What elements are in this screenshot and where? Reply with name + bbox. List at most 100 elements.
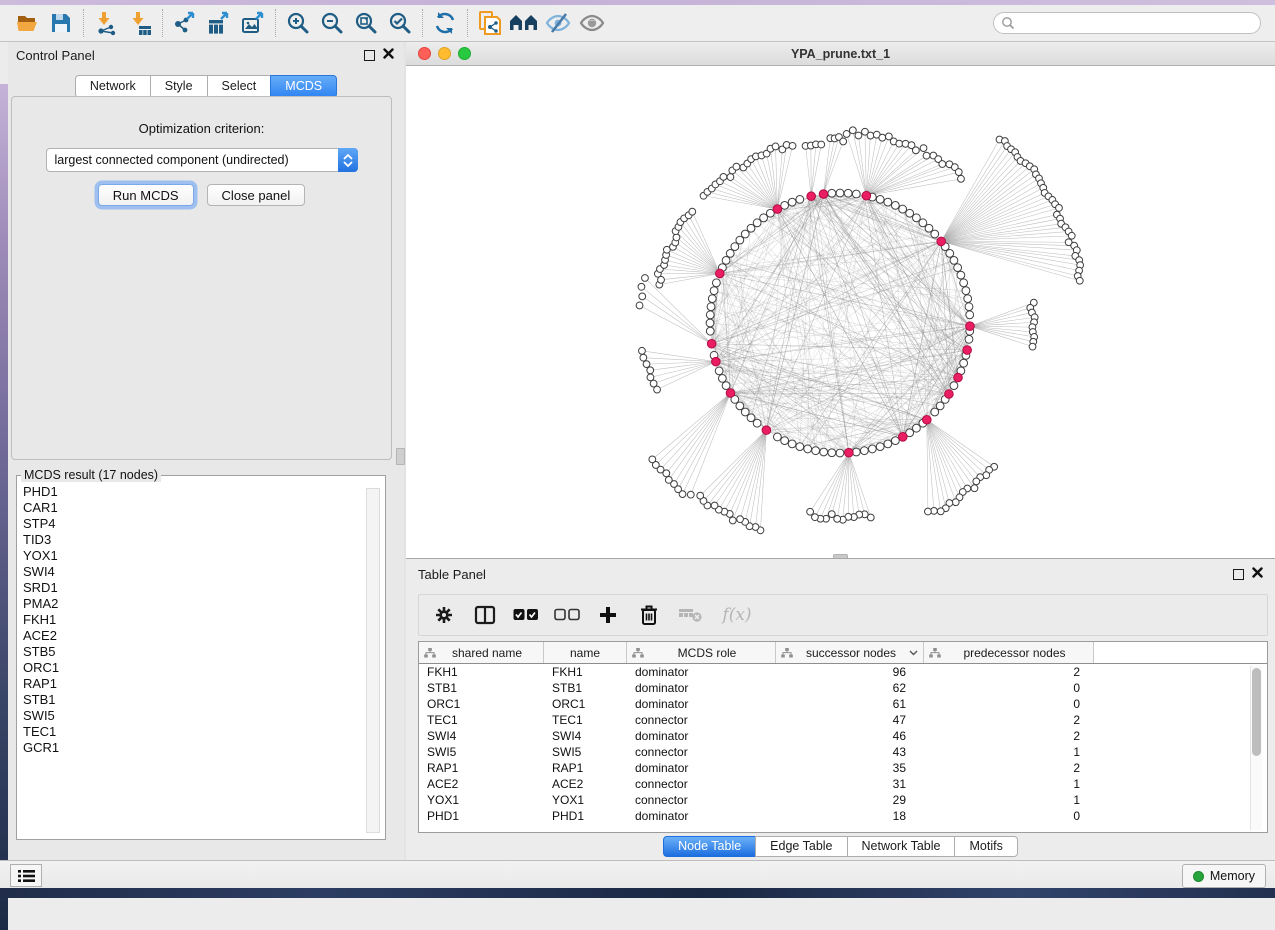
close-table-panel-icon[interactable]	[1252, 565, 1263, 583]
table-row[interactable]: SWI4SWI4dominator462	[419, 728, 1267, 744]
close-panel-icon[interactable]	[383, 46, 394, 64]
open-session-icon[interactable]	[10, 8, 44, 38]
mcds-result-item[interactable]: STB5	[23, 644, 379, 660]
mcds-hub-node[interactable]	[923, 415, 932, 424]
mcds-result-item[interactable]: YOX1	[23, 548, 379, 564]
mcds-hub-node[interactable]	[762, 426, 771, 435]
toggle-columns-icon[interactable]	[472, 601, 498, 629]
table-row[interactable]: TEC1TEC1connector472	[419, 712, 1267, 728]
delete-columns-icon[interactable]	[636, 601, 662, 629]
table-tab-node-table[interactable]: Node Table	[663, 836, 756, 857]
export-network-icon[interactable]	[168, 8, 202, 38]
mcds-list-scrollbar[interactable]	[366, 488, 380, 833]
mcds-result-item[interactable]: SWI5	[23, 708, 379, 724]
export-image-icon[interactable]	[236, 8, 270, 38]
mcds-result-item[interactable]: STP4	[23, 516, 379, 532]
selected-criterion: largest connected component (undirected)	[47, 153, 289, 167]
tab-select[interactable]: Select	[207, 75, 272, 98]
table-row[interactable]: YOX1YOX1connector291	[419, 792, 1267, 808]
mcds-result-item[interactable]: SWI4	[23, 564, 379, 580]
table-tab-edge-table[interactable]: Edge Table	[755, 836, 847, 857]
zoom-selected-icon[interactable]	[383, 8, 417, 38]
mcds-hub-node[interactable]	[807, 192, 816, 201]
column-header-successor-nodes[interactable]: successor nodes	[776, 642, 924, 663]
table-scrollbar-track[interactable]	[1250, 666, 1262, 830]
zoom-fit-icon[interactable]	[349, 8, 383, 38]
mcds-hub-node[interactable]	[773, 205, 782, 214]
mcds-result-item[interactable]: FKH1	[23, 612, 379, 628]
memory-button[interactable]: Memory	[1182, 864, 1266, 888]
table-tab-network-table[interactable]: Network Table	[847, 836, 956, 857]
column-header-MCDS-role[interactable]: MCDS role	[627, 642, 776, 663]
table-tab-motifs[interactable]: Motifs	[954, 836, 1017, 857]
column-header-name[interactable]: name	[544, 642, 627, 663]
mcds-hub-node[interactable]	[937, 237, 946, 246]
column-header-shared-name[interactable]: shared name	[419, 642, 544, 663]
mcds-result-item[interactable]: PMA2	[23, 596, 379, 612]
run-mcds-button[interactable]: Run MCDS	[98, 184, 194, 206]
import-network-icon[interactable]	[89, 8, 123, 38]
mcds-result-item[interactable]: PHD1	[23, 484, 379, 500]
node-table[interactable]: shared namenameMCDS rolesuccessor nodesp…	[418, 641, 1268, 833]
float-table-panel-icon[interactable]	[1233, 569, 1244, 580]
save-session-icon[interactable]	[44, 8, 78, 38]
refresh-view-icon[interactable]	[428, 8, 462, 38]
tab-style[interactable]: Style	[150, 75, 208, 98]
mcds-hub-node[interactable]	[712, 357, 721, 366]
import-table-icon[interactable]	[123, 8, 157, 38]
mcds-result-item[interactable]: RAP1	[23, 676, 379, 692]
zoom-in-icon[interactable]	[281, 8, 315, 38]
mcds-result-item[interactable]: ACE2	[23, 628, 379, 644]
mcds-hub-node[interactable]	[716, 269, 725, 278]
select-all-checkboxes-icon[interactable]	[513, 601, 539, 629]
table-row[interactable]: SWI5SWI5connector431	[419, 744, 1267, 760]
tab-network[interactable]: Network	[75, 75, 151, 98]
mcds-result-item[interactable]: TID3	[23, 532, 379, 548]
tab-mcds[interactable]: MCDS	[270, 75, 337, 98]
mcds-hub-node[interactable]	[726, 389, 735, 398]
mcds-hub-node[interactable]	[845, 448, 854, 457]
table-row[interactable]: RAP1RAP1dominator352	[419, 760, 1267, 776]
mcds-result-item[interactable]: CAR1	[23, 500, 379, 516]
mcds-result-item[interactable]: TEC1	[23, 724, 379, 740]
mcds-hub-node[interactable]	[945, 390, 954, 399]
close-panel-button[interactable]: Close panel	[207, 184, 306, 206]
mcds-result-item[interactable]: STB1	[23, 692, 379, 708]
mcds-hub-node[interactable]	[707, 339, 716, 348]
function-builder-icon[interactable]: f(x)	[718, 601, 756, 629]
network-view-canvas[interactable]	[406, 66, 1275, 558]
table-cell: 29	[776, 792, 924, 808]
mcds-hub-node[interactable]	[819, 190, 828, 199]
optimization-criterion-select[interactable]: largest connected component (undirected)	[46, 148, 358, 172]
mcds-result-item[interactable]: SRD1	[23, 580, 379, 596]
create-column-icon[interactable]	[595, 601, 621, 629]
table-options-icon[interactable]	[431, 601, 457, 629]
mcds-hub-node[interactable]	[862, 191, 871, 200]
show-all-icon[interactable]	[575, 8, 609, 38]
column-header-predecessor-nodes[interactable]: predecessor nodes	[924, 642, 1094, 663]
mcds-hub-node[interactable]	[966, 322, 975, 331]
table-row[interactable]: PHD1PHD1dominator180	[419, 808, 1267, 824]
mcds-hub-node[interactable]	[954, 373, 963, 382]
mcds-hub-node[interactable]	[963, 346, 972, 355]
float-panel-icon[interactable]	[364, 50, 375, 61]
first-neighbors-icon[interactable]	[507, 8, 541, 38]
table-row[interactable]: STB1STB1dominator620	[419, 680, 1267, 696]
mcds-result-item[interactable]: GCR1	[23, 740, 379, 756]
zoom-out-icon[interactable]	[315, 8, 349, 38]
mcds-result-item[interactable]: ORC1	[23, 660, 379, 676]
clear-selection-icon[interactable]	[554, 601, 580, 629]
delete-table-icon[interactable]	[677, 601, 703, 629]
vertical-splitter-handle[interactable]	[396, 448, 405, 465]
clone-network-icon[interactable]	[473, 8, 507, 38]
table-row[interactable]: FKH1FKH1dominator962	[419, 664, 1267, 680]
network-graph[interactable]	[406, 66, 1275, 558]
table-row[interactable]: ACE2ACE2connector311	[419, 776, 1267, 792]
table-scrollbar-thumb[interactable]	[1252, 668, 1261, 756]
search-input[interactable]	[993, 12, 1261, 34]
panel-list-mode-button[interactable]	[10, 864, 42, 887]
table-row[interactable]: ORC1ORC1dominator610	[419, 696, 1267, 712]
mcds-hub-node[interactable]	[899, 433, 908, 442]
hide-selected-icon[interactable]	[541, 8, 575, 38]
export-table-icon[interactable]	[202, 8, 236, 38]
